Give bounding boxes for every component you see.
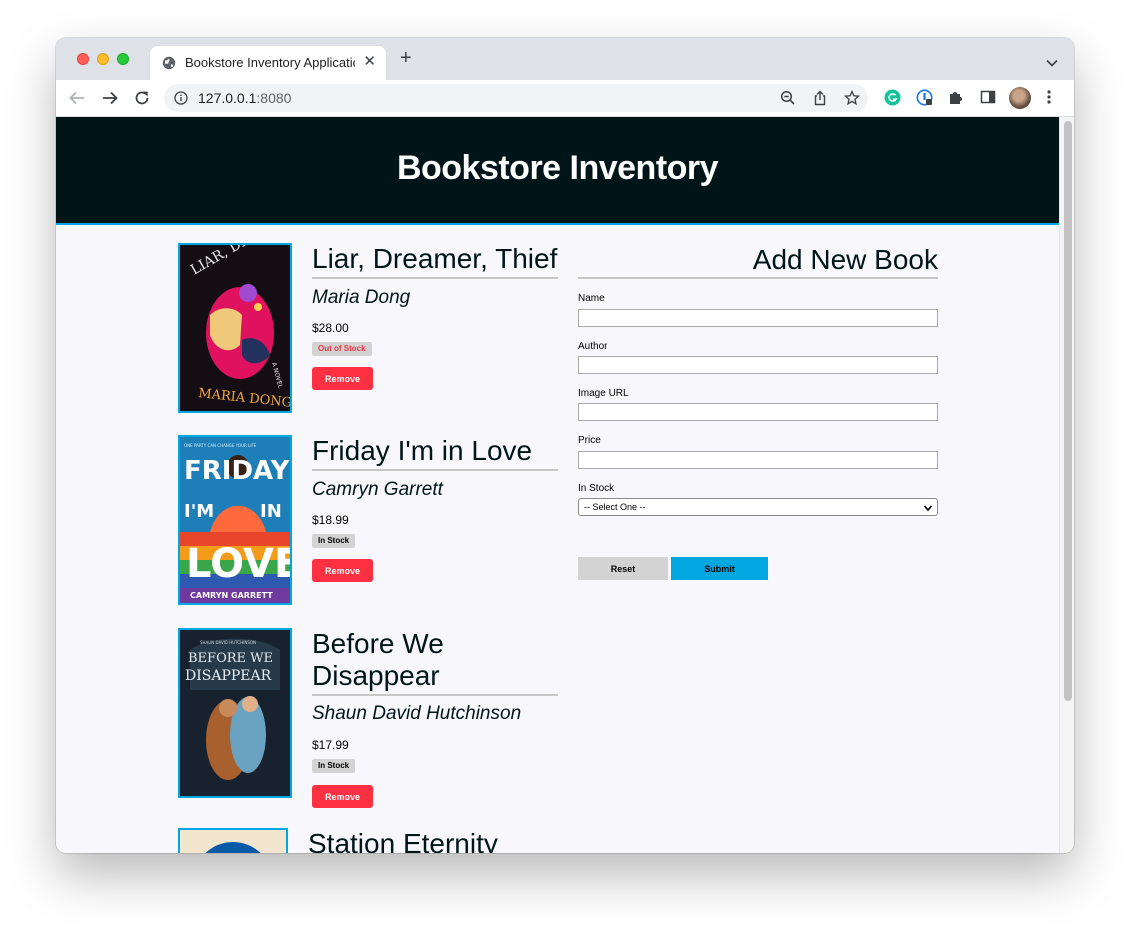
svg-text:FRIDAY: FRIDAY [184,456,290,486]
book-cover-image: LIAR, DREAMER, THIEF A NOVEL MARIA DONG [178,243,292,413]
price-input[interactable] [578,451,938,469]
bookmark-star-icon[interactable] [843,89,861,111]
forward-arrow-icon[interactable] [101,89,119,112]
minimize-window-button[interactable] [97,53,109,65]
tab-strip: Bookstore Inventory Application ✕ + [56,38,1074,80]
image-url-label: Image URL [578,388,629,399]
password-manager-extension-icon[interactable] [916,89,933,111]
page-content: Bookstore Inventory LIAR, DREAMER, THIEF… [56,117,1059,853]
back-arrow-icon[interactable] [68,89,86,112]
remove-button[interactable]: Remove [312,559,373,582]
svg-text:BEFORE WE: BEFORE WE [188,651,273,666]
book-author: Maria Dong [312,287,411,308]
svg-text:DISAPPEAR: DISAPPEAR [185,668,272,684]
browser-toolbar: 127.0.0.1:8080 [56,80,1074,117]
share-icon[interactable] [812,90,828,111]
extensions-puzzle-icon[interactable] [948,89,964,110]
submit-button[interactable]: Submit [671,557,768,580]
book-cover-image: ONE PARTY CAN CHANGE YOUR LIFE FRIDAY I'… [178,435,292,605]
chevron-down-icon [923,502,933,518]
name-label: Name [578,293,605,304]
address-bar[interactable]: 127.0.0.1:8080 [164,84,868,112]
browser-tab[interactable]: Bookstore Inventory Application ✕ [150,46,386,80]
svg-text:I'M: I'M [184,501,214,522]
book-cover-image: SHAUN DAVID HUTCHINSON BEFORE WE DISAPPE… [178,628,292,798]
close-window-button[interactable] [77,53,89,65]
book-author: Camryn Garrett [312,479,443,500]
scrollbar[interactable] [1059,117,1074,853]
stock-badge: In Stock [312,759,356,773]
zoom-window-button[interactable] [117,53,129,65]
site-header: Bookstore Inventory [56,117,1059,225]
svg-text:SHAUN DAVID HUTCHINSON: SHAUN DAVID HUTCHINSON [200,640,256,645]
book-title: Friday I'm in Love [312,435,558,471]
book-price: $28.00 [312,321,349,335]
scrollbar-thumb[interactable] [1064,121,1072,701]
add-book-form: Add New Book Name Author Image URL Price… [578,243,938,580]
stock-badge: Out of Stock [312,342,372,356]
svg-text:CAMRYN GARRETT: CAMRYN GARRETT [190,591,273,600]
tab-search-chevron-icon[interactable] [1046,54,1058,72]
globe-icon [162,56,176,75]
author-label: Author [578,341,608,352]
remove-button[interactable]: Remove [312,785,373,808]
svg-text:ONE PARTY CAN CHANGE YOUR LIFE: ONE PARTY CAN CHANGE YOUR LIFE [184,443,257,448]
reload-icon[interactable] [133,89,151,112]
side-panel-icon[interactable] [980,89,996,110]
stock-badge: In Stock [312,534,356,548]
url-text: 127.0.0.1:8080 [198,90,292,106]
page-title: Bookstore Inventory [396,149,719,187]
price-label: Price [578,435,601,446]
close-tab-icon[interactable]: ✕ [363,52,376,70]
book-cover-image [178,828,288,853]
form-title: Add New Book [578,243,938,279]
svg-text:IN: IN [260,501,282,522]
book-price: $17.99 [312,738,349,752]
remove-button[interactable]: Remove [312,367,373,390]
reset-button[interactable]: Reset [578,557,668,580]
profile-avatar[interactable] [1009,87,1031,109]
author-input[interactable] [578,356,938,374]
more-menu-icon[interactable] [1046,89,1052,110]
zoom-icon[interactable] [780,90,796,111]
svg-text:LOVE: LOVE [186,541,290,587]
book-author: Shaun David Hutchinson [312,703,522,724]
in-stock-select[interactable]: -- Select One -- [578,498,938,516]
browser-window: Bookstore Inventory Application ✕ + 127.… [56,38,1074,853]
in-stock-label: In Stock [578,483,615,494]
image-url-input[interactable] [578,403,938,421]
book-title: Before We Disappear [312,628,558,696]
site-info-icon[interactable] [174,91,188,110]
in-stock-selected-value: -- Select One -- [584,502,646,512]
name-input[interactable] [578,309,938,327]
book-title: Liar, Dreamer, Thief [312,243,558,279]
book-title: Station Eternity [308,828,554,853]
new-tab-icon[interactable]: + [400,48,412,68]
grammarly-extension-icon[interactable] [884,89,901,111]
tab-title: Bookstore Inventory Application [185,55,355,70]
book-price: $18.99 [312,513,349,527]
